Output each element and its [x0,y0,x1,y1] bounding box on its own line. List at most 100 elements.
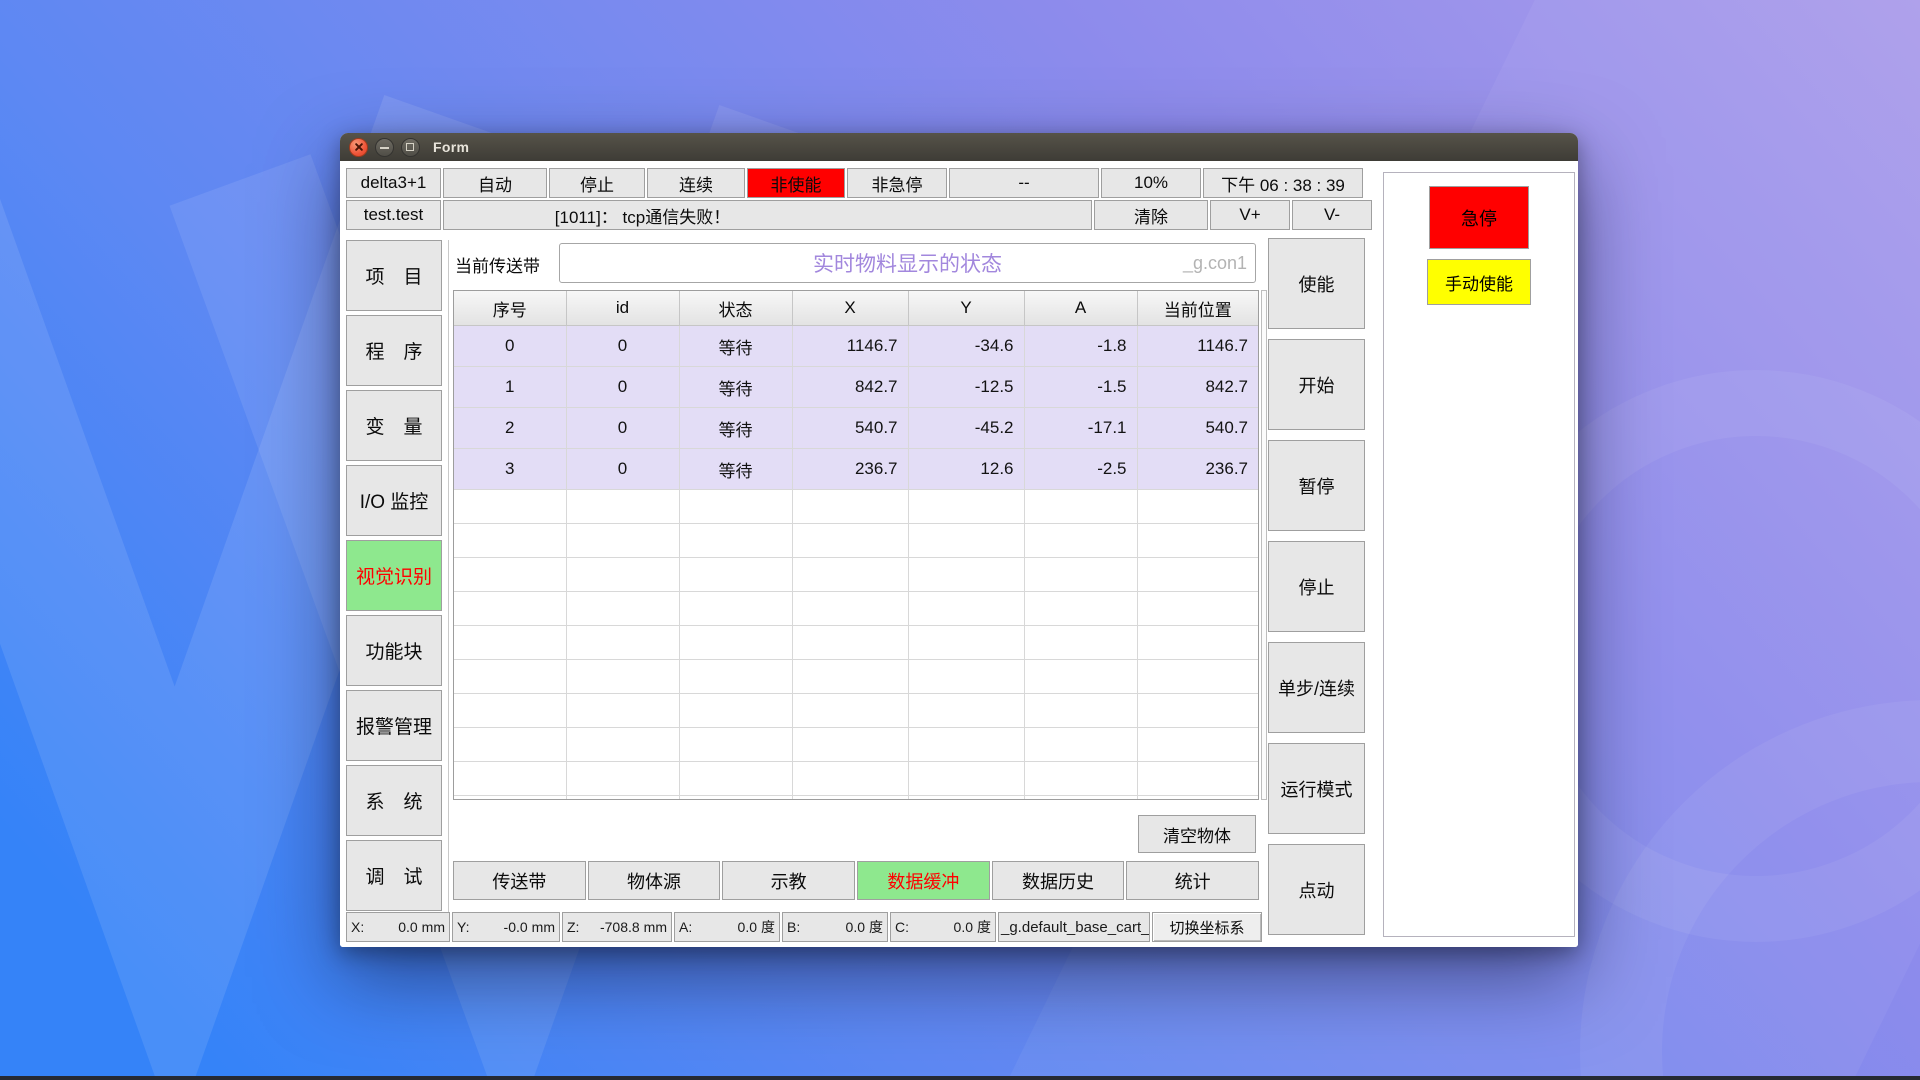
enable-state-badge[interactable]: 非使能 [747,168,845,198]
table-cell: 1 [454,367,566,408]
table-cell: 12.6 [908,449,1024,490]
coord-a: A:0.0度 [674,912,780,942]
tab-teach[interactable]: 示教 [722,861,855,900]
coord-c: C:0.0度 [890,912,996,942]
table-cell: 236.7 [1137,449,1258,490]
table-cell: 0 [566,326,679,367]
sidebar-item-alarm-management[interactable]: 报警管理 [346,690,442,761]
continuity-state[interactable]: 连续 [647,168,745,198]
run-mode-button[interactable]: 运行模式 [1268,743,1365,834]
table-cell: 等待 [679,408,792,449]
sidebar-item-project[interactable]: 项 目 [346,240,442,311]
tab-statistics[interactable]: 统计 [1126,861,1259,900]
velocity-down-button[interactable]: V- [1292,200,1372,230]
column-header-6[interactable]: 当前位置 [1137,291,1258,326]
coord-b: B:0.0度 [782,912,888,942]
table-cell: 0 [454,326,566,367]
clear-alarm-button[interactable]: 清除 [1094,200,1208,230]
sidebar-item-variable[interactable]: 变 量 [346,390,442,461]
column-header-3[interactable]: X [792,291,908,326]
tab-data-buffer[interactable]: 数据缓冲 [857,861,990,900]
table-cell: 1146.7 [792,326,908,367]
sidebar-item-io-monitor[interactable]: I/O 监控 [346,465,442,536]
stop-button[interactable]: 停止 [1268,541,1365,632]
view-tabs: 传送带物体源示教数据缓冲数据历史统计 [453,861,1259,900]
minimize-icon[interactable] [375,138,394,157]
sidebar-item-system[interactable]: 系 统 [346,765,442,836]
coordinate-frame-name: _g.default_base_cart_sys [998,912,1150,942]
sidebar-item-program[interactable]: 程 序 [346,315,442,386]
control-button-column: 使能开始暂停停止单步/连续运行模式点动 [1268,238,1365,935]
alarm-message: [1011]： tcp通信失败！ [443,200,1092,230]
speed-percentage[interactable]: 10% [1101,168,1201,198]
table-cell: 0 [566,449,679,490]
table-row[interactable]: 10等待842.7-12.5-1.5842.7 [454,367,1258,408]
run-state[interactable]: 停止 [549,168,645,198]
enable-button[interactable]: 使能 [1268,238,1365,329]
table-row[interactable]: 00等待1146.7-34.6-1.81146.7 [454,326,1258,367]
column-header-0[interactable]: 序号 [454,291,566,326]
column-header-1[interactable]: id [566,291,679,326]
table-scrollbar[interactable] [1261,290,1267,800]
column-header-2[interactable]: 状态 [679,291,792,326]
velocity-up-button[interactable]: V+ [1210,200,1290,230]
sidebar-item-debug[interactable]: 调 试 [346,840,442,911]
wallpaper-ring [1580,700,1920,1080]
table-cell: 等待 [679,326,792,367]
pause-button[interactable]: 暂停 [1268,440,1365,531]
conveyor-value-suffix: _g.con1 [1183,244,1247,282]
project-name: test.test [346,200,441,230]
mode-auto-button[interactable]: 自动 [443,168,547,198]
close-icon[interactable] [349,138,368,157]
window-titlebar[interactable]: Form [340,133,1578,162]
tab-object-source[interactable]: 物体源 [588,861,721,900]
table-row[interactable]: 20等待540.7-45.2-17.1540.7 [454,408,1258,449]
tab-conveyor[interactable]: 传送带 [453,861,586,900]
table-empty-row [454,524,1258,558]
table-cell: 3 [454,449,566,490]
table-cell: 2 [454,408,566,449]
table-empty-row [454,660,1258,694]
table-row[interactable]: 30等待236.712.6-2.5236.7 [454,449,1258,490]
material-table[interactable]: 序号id状态XYA当前位置 00等待1146.7-34.6-1.81146.71… [453,290,1259,800]
app-window: Form delta3+1 自动 停止 连续 非使能 非急停 -- 10% 下午… [340,133,1578,947]
table-cell: 0 [566,408,679,449]
table-cell: -12.5 [908,367,1024,408]
estop-state[interactable]: 非急停 [847,168,947,198]
jog-button[interactable]: 点动 [1268,844,1365,935]
coord-y: Y:-0.0mm [452,912,560,942]
table-cell: -45.2 [908,408,1024,449]
column-header-4[interactable]: Y [908,291,1024,326]
clock: 下午 06 : 38 : 39 [1203,168,1363,198]
table-empty-row [454,490,1258,524]
maximize-icon[interactable] [401,138,420,157]
manual-enable-button[interactable]: 手动使能 [1427,259,1531,305]
table-empty-row [454,728,1258,762]
sidebar-item-function-block[interactable]: 功能块 [346,615,442,686]
start-button[interactable]: 开始 [1268,339,1365,430]
sidebar: 项 目程 序变 量I/O 监控视觉识别功能块报警管理系 统调 试 [346,240,442,911]
coord-z: Z:-708.8mm [562,912,672,942]
table-empty-row [454,796,1258,801]
sidebar-divider [448,240,449,912]
desktop-background: Form delta3+1 自动 停止 连续 非使能 非急停 -- 10% 下午… [0,0,1920,1080]
robot-name[interactable]: delta3+1 [346,168,441,198]
table-cell: -2.5 [1024,449,1137,490]
window-title: Form [433,139,469,155]
coordinate-status-bar: X:0.0mmY:-0.0mmZ:-708.8mmA:0.0度B:0.0度C:0… [346,912,1262,942]
tab-data-history[interactable]: 数据历史 [992,861,1125,900]
table-empty-row [454,694,1258,728]
table-cell: 等待 [679,449,792,490]
coord-x: X:0.0mm [346,912,450,942]
conveyor-display-text: 实时物料显示的状态 [560,244,1255,282]
emergency-stop-button[interactable]: 急停 [1429,186,1529,249]
clear-objects-button[interactable]: 清空物体 [1138,815,1256,853]
switch-frame-button[interactable]: 切换坐标系 [1152,912,1262,942]
conveyor-input[interactable]: 实时物料显示的状态 _g.con1 [559,243,1256,283]
step-continuous-button[interactable]: 单步/连续 [1268,642,1365,733]
table-empty-row [454,626,1258,660]
top-status-bar: delta3+1 自动 停止 连续 非使能 非急停 -- 10% 下午 06 :… [346,168,1363,198]
sidebar-item-vision[interactable]: 视觉识别 [346,540,442,611]
table-cell: 540.7 [1137,408,1258,449]
column-header-5[interactable]: A [1024,291,1137,326]
